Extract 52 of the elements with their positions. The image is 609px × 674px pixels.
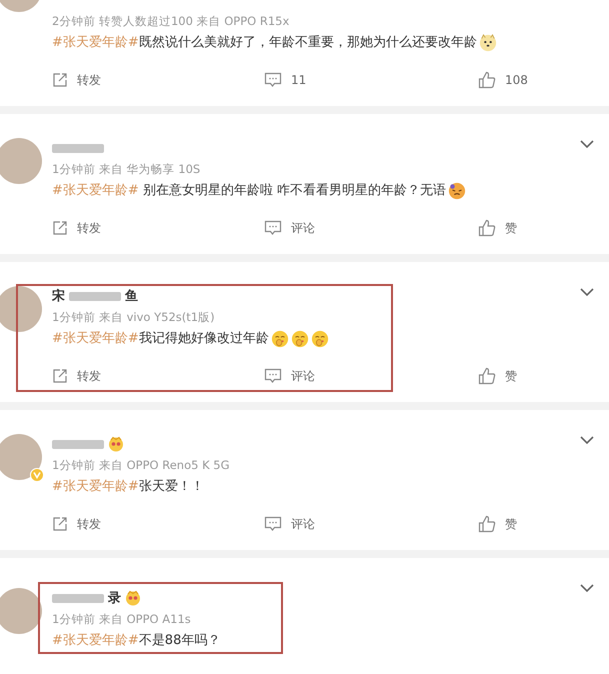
blurred-user-name [52, 440, 104, 448]
thumbs-up-icon[interactable] [478, 515, 496, 533]
chevron-down-icon[interactable] [580, 288, 594, 296]
like-label[interactable]: 赞 [505, 368, 517, 384]
thumbs-up-icon[interactable] [478, 71, 496, 89]
comment-icon[interactable] [264, 516, 282, 532]
comment-icon[interactable] [264, 72, 282, 88]
blurred-user-name [52, 144, 104, 152]
comment-icon[interactable] [264, 368, 282, 384]
comment-text: 我记得她好像改过年龄 [138, 330, 269, 348]
repost-label[interactable]: 转发 [77, 220, 101, 236]
post-meta: 1分钟前 来自 OPPO Reno5 K 5G [52, 457, 231, 474]
comment-label[interactable]: 评论 [291, 516, 315, 532]
chevron-down-icon[interactable] [580, 436, 594, 444]
blurred-user-name [69, 292, 121, 300]
shushing-face-emoji-icon [310, 330, 329, 348]
post-meta: 1分钟前 来自 华为畅享 10S [52, 161, 202, 178]
repost-label[interactable]: 转发 [77, 368, 101, 384]
share-icon[interactable] [52, 72, 68, 88]
thumbs-up-icon[interactable] [478, 219, 496, 237]
like-label[interactable]: 赞 [505, 220, 517, 236]
repost-label[interactable]: 转发 [77, 516, 101, 532]
comment-label[interactable]: 评论 [291, 368, 315, 384]
like-label[interactable]: 赞 [505, 516, 517, 532]
comment-text: 既然说什么美就好了，年龄不重要，那她为什么还要改年龄 [138, 34, 477, 52]
comment-text: 张天爱！！ [138, 478, 204, 496]
blurred-user-name [52, 594, 104, 602]
share-icon[interactable] [52, 368, 68, 384]
sad-face-emoji-icon [448, 182, 466, 200]
dog-face-emoji-icon [478, 34, 497, 52]
user-name[interactable]: 宋 [52, 287, 65, 305]
chevron-down-icon[interactable] [580, 584, 594, 592]
share-icon[interactable] [52, 220, 68, 236]
user-name[interactable]: 录 [108, 589, 121, 607]
post-meta: 2分钟前 转赞人数超过100 来自 OPPO R15x [52, 13, 290, 30]
post-meta: 1分钟前 来自 vivo Y52s(t1版) [52, 309, 216, 326]
thumbs-up-icon[interactable] [478, 367, 496, 385]
share-icon[interactable] [52, 516, 68, 532]
comment-label[interactable]: 11 [291, 73, 306, 87]
repost-label[interactable]: 转发 [77, 72, 101, 88]
chevron-down-icon[interactable] [580, 140, 594, 148]
shushing-face-emoji-icon [290, 330, 309, 348]
post-meta: 1分钟前 来自 OPPO A11s [52, 611, 192, 628]
comment-text: 不是88年吗？ [138, 632, 220, 650]
comment-text: 别在意女明星的年龄啦 咋不看看男明星的年龄？无语 [142, 182, 446, 200]
comment-label[interactable]: 评论 [291, 220, 315, 236]
like-label[interactable]: 108 [505, 73, 528, 87]
user-name[interactable]: 鱼 [125, 287, 138, 305]
avatar-photo-placeholder[interactable] [0, 588, 42, 634]
comment-icon[interactable] [264, 220, 282, 236]
avatar-photo-placeholder[interactable] [0, 286, 42, 332]
shushing-face-emoji-icon [270, 330, 289, 348]
